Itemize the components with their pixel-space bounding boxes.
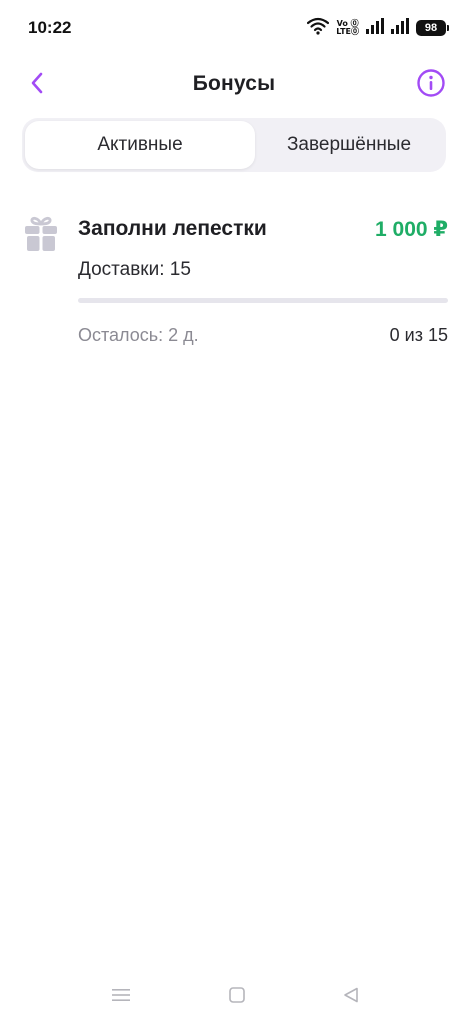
bonus-deliveries: Доставки: 15 bbox=[78, 259, 191, 280]
gift-icon bbox=[24, 214, 58, 252]
bonus-remaining: Осталось: 2 д. bbox=[78, 325, 199, 345]
header: Бонусы bbox=[0, 62, 468, 108]
info-button[interactable] bbox=[414, 68, 448, 102]
status-bar: 10:22 Vo ⓪ LTE⓪ 98 bbox=[0, 0, 468, 58]
bonus-progress-text: 0 из 15 bbox=[389, 325, 448, 345]
battery-icon: 98 bbox=[416, 20, 449, 36]
info-circle-icon bbox=[416, 68, 446, 103]
tab-completed[interactable]: Завершённые bbox=[255, 121, 443, 169]
bonus-amount: 1 000 ₽ bbox=[375, 218, 448, 241]
bonus-card[interactable]: Заполни лепестки 1 000 ₽ Доставки: 15 Ос… bbox=[0, 200, 468, 360]
status-time: 10:22 bbox=[28, 18, 72, 37]
tabs-segmented-control: Активные Завершённые bbox=[22, 118, 446, 172]
menu-icon bbox=[111, 987, 131, 1008]
signal-icon-sim2 bbox=[391, 17, 409, 39]
signal-icon-sim1 bbox=[366, 17, 384, 39]
back-triangle-icon bbox=[342, 986, 360, 1009]
volte-icon: Vo ⓪ LTE⓪ bbox=[336, 19, 359, 36]
home-button[interactable] bbox=[224, 984, 250, 1010]
progress-bar bbox=[78, 298, 448, 303]
page-title: Бонусы bbox=[192, 72, 276, 95]
wifi-icon bbox=[307, 17, 330, 40]
system-nav-bar bbox=[0, 972, 468, 1024]
home-square-icon bbox=[228, 986, 246, 1009]
nav-back-button[interactable] bbox=[338, 984, 364, 1010]
status-icons: Vo ⓪ LTE⓪ 98 bbox=[307, 17, 449, 40]
tab-active[interactable]: Активные bbox=[25, 121, 255, 169]
menu-button[interactable] bbox=[108, 984, 134, 1010]
bonus-title: Заполни лепестки bbox=[78, 217, 267, 240]
